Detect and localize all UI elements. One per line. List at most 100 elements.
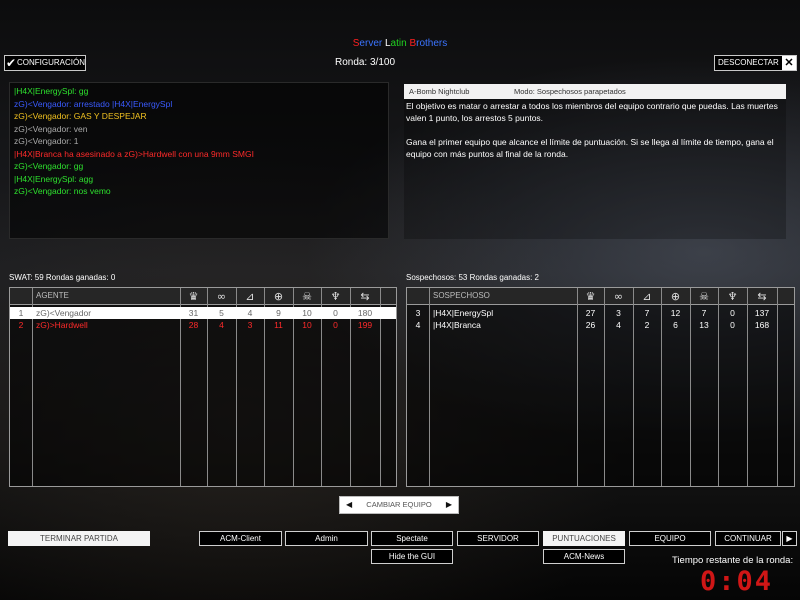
row-number: 2: [18, 320, 24, 330]
name-column-header[interactable]: AGENTE: [36, 291, 69, 300]
disconnect-button[interactable]: DESCONECTAR ✕: [714, 55, 797, 71]
stat-cell: 27: [585, 308, 596, 318]
stat-cell: 12: [670, 308, 681, 318]
chat-line: zG)<Vengador: arrestado |H4X|EnergySpl: [14, 98, 173, 109]
admin-button[interactable]: Admin: [285, 531, 368, 546]
table-row[interactable]: 2 zG)>Hardwell 28 4 3 11 10 0 199: [10, 319, 396, 331]
team-button[interactable]: EQUIPO: [629, 531, 711, 546]
stat-cell: 180: [357, 308, 373, 318]
server-name: Server Latin Brothers: [0, 38, 800, 49]
scoreboard-header: SOSPECHOSO ♛ ∞ ⊿ ⊕ ☠ ♆ ⇆: [407, 288, 794, 305]
game-mode: Modo: Sospechosos parapetados: [514, 87, 626, 96]
handcuffs-icon[interactable]: ∞: [604, 289, 633, 304]
time-remaining-value: 0:04: [700, 566, 774, 597]
time-remaining-label: Tiempo restante de la ronda:: [672, 555, 794, 566]
stat-cell: 4: [616, 320, 621, 330]
stat-cell: 0: [730, 320, 735, 330]
chat-line: zG)<Vengador: ven: [14, 123, 88, 134]
change-team-label: CAMBIAR EQUIPO: [366, 500, 432, 509]
swat-team-label: SWAT: 59 Rondas ganadas: 0: [9, 273, 116, 282]
stat-cell: 10: [302, 320, 312, 330]
stat-cell: 7: [644, 308, 650, 318]
continue-arrow-icon[interactable]: ▶: [782, 531, 797, 546]
stat-cell: 13: [699, 320, 709, 330]
server-name-part: atin: [390, 38, 410, 49]
stat-cell: 28: [188, 320, 199, 330]
chat-line: |H4X|EnergySpl: gg: [14, 86, 89, 96]
player-name: |H4X|EnergySpl: [433, 308, 494, 318]
chat-log: |H4X|EnergySpl: gg zG)<Vengador: arresta…: [9, 82, 389, 239]
close-icon: ✕: [782, 56, 796, 70]
map-name: A-Bomb Nightclub: [409, 87, 470, 96]
acm-client-button[interactable]: ACM-Client: [199, 531, 282, 546]
table-row[interactable]: 4 |H4X|Branca 26 4 2 6 13 0 168: [407, 319, 794, 331]
player-name: zG)>Hardwell: [36, 320, 88, 330]
ping-icon[interactable]: ⇆: [350, 289, 380, 304]
checkmark-icon: ✔: [5, 56, 17, 70]
stat-cell: 4: [247, 308, 253, 318]
stat-cell: 0: [333, 308, 338, 318]
stat-cell: 2: [644, 320, 650, 330]
arrow-right-icon[interactable]: ▶: [446, 497, 452, 513]
stat-cell: 11: [274, 320, 283, 330]
player-name: zG)<Vengador: [36, 308, 92, 318]
objective-text: El objetivo es matar o arrestar a todos …: [406, 100, 788, 172]
ping-icon[interactable]: ⇆: [747, 289, 777, 304]
player-name: |H4X|Branca: [433, 320, 481, 330]
config-button-label: CONFIGURACIÓN: [17, 58, 85, 67]
stat-cell: 4: [219, 320, 224, 330]
disconnect-button-label: DESCONECTAR: [718, 58, 779, 67]
trophy-icon[interactable]: ♛: [180, 289, 207, 304]
row-number: 4: [415, 320, 421, 330]
change-team-button[interactable]: ◀ CAMBIAR EQUIPO ▶: [339, 496, 459, 514]
skull-icon[interactable]: ☠: [293, 289, 321, 304]
rifle-icon[interactable]: ⊿: [633, 289, 661, 304]
round-counter: Ronda: 3/100: [334, 57, 396, 68]
chat-line: zG)<Vengador: 1: [14, 136, 79, 146]
crosshair-icon[interactable]: ⊕: [264, 289, 293, 304]
stat-cell: 9: [276, 308, 281, 318]
server-name-part: rothers: [416, 38, 448, 49]
stat-cell: 168: [754, 320, 770, 330]
arrow-left-icon[interactable]: ◀: [346, 497, 352, 513]
swat-scoreboard: AGENTE ♛ ∞ ⊿ ⊕ ☠ ♆ ⇆ 1 zG)<Vengador 31 5 4 9 10 0 180 2 zG…: [9, 287, 397, 487]
suspects-team-label: Sospechosos: 53 Rondas ganadas: 2: [406, 273, 539, 282]
chat-line: zG)<Vengador: nos vemo: [14, 186, 111, 196]
stat-cell: 6: [673, 320, 678, 330]
row-number: 3: [415, 308, 421, 318]
medal-icon[interactable]: ♆: [321, 289, 350, 304]
suspects-scoreboard: SOSPECHOSO ♛ ∞ ⊿ ⊕ ☠ ♆ ⇆ 3 |H4X|EnergySpl 27 3 7 12 7 0…: [406, 287, 795, 487]
table-row[interactable]: 1 zG)<Vengador 31 5 4 9 10 0 180: [10, 307, 396, 319]
stat-cell: 3: [247, 320, 253, 330]
stat-cell: 199: [357, 320, 373, 330]
scoreboard-header: AGENTE ♛ ∞ ⊿ ⊕ ☠ ♆ ⇆: [10, 288, 396, 305]
acm-news-button[interactable]: ACM-News: [543, 549, 625, 564]
rifle-icon[interactable]: ⊿: [236, 289, 264, 304]
name-column-header[interactable]: SOSPECHOSO: [433, 291, 490, 300]
hide-gui-button[interactable]: Hide the GUI: [371, 549, 453, 564]
stat-cell: 0: [730, 308, 735, 318]
skull-icon[interactable]: ☠: [690, 289, 718, 304]
spectate-button[interactable]: Spectate: [371, 531, 453, 546]
stat-cell: 3: [616, 308, 621, 318]
continue-button[interactable]: CONTINUAR: [715, 531, 781, 546]
config-button[interactable]: ✔ CONFIGURACIÓN: [4, 55, 86, 71]
chat-line: |H4X|EnergySpl: agg: [14, 173, 94, 184]
handcuffs-icon[interactable]: ∞: [207, 289, 236, 304]
objective-paragraph: El objetivo es matar o arrestar a todos …: [406, 101, 778, 123]
map-mode-header: A-Bomb Nightclub Modo: Sospechosos parap…: [404, 84, 786, 99]
trophy-icon[interactable]: ♛: [577, 289, 604, 304]
end-game-button[interactable]: TERMINAR PARTIDA: [8, 531, 150, 546]
stat-cell: 137: [754, 308, 770, 318]
chat-line: zG)<Vengador: gg: [14, 161, 84, 171]
stat-cell: 7: [701, 308, 707, 318]
crosshair-icon[interactable]: ⊕: [661, 289, 690, 304]
table-row[interactable]: 3 |H4X|EnergySpl 27 3 7 12 7 0 137: [407, 307, 794, 319]
server-button[interactable]: SERVIDOR: [457, 531, 539, 546]
row-number: 1: [18, 308, 24, 318]
stat-cell: 26: [585, 320, 596, 330]
chat-line: |H4X|Branca ha asesinado a zG)>Hardwell …: [14, 148, 254, 159]
medal-icon[interactable]: ♆: [718, 289, 747, 304]
chat-line: zG)<Vengador: GAS Y DESPEJAR: [14, 111, 147, 121]
scores-button[interactable]: PUNTUACIONES: [543, 531, 625, 546]
